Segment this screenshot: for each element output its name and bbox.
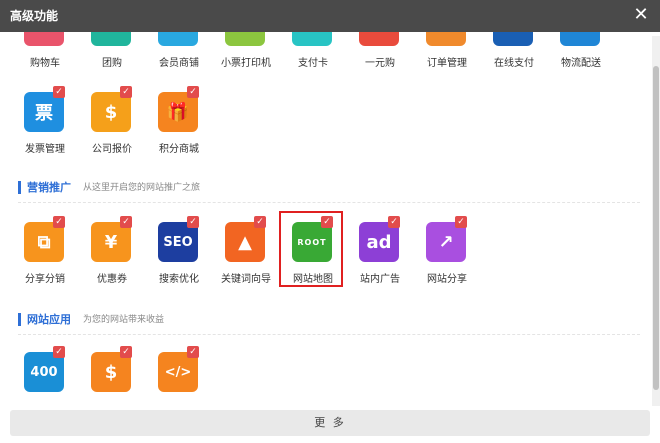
icon-glyph: 🎁 — [166, 101, 190, 123]
section-title-site-apps: 网站应用 — [27, 313, 71, 326]
checked-badge-icon: ✓ — [187, 86, 199, 98]
checked-badge-icon: ✓ — [120, 346, 132, 358]
pay-card-icon — [292, 32, 332, 46]
section-marker — [18, 181, 21, 194]
money-bag-icon: $ — [91, 352, 131, 392]
feature-item[interactable]: 400 ✓ — [10, 346, 80, 408]
feature-item[interactable]: ⧉ ✓ 分享分销 — [10, 216, 80, 302]
feature-item[interactable]: $ ✓ — [77, 346, 147, 408]
logistics-icon — [560, 32, 600, 46]
scrollbar-thumb[interactable] — [653, 66, 659, 390]
group-buy-icon — [91, 32, 131, 46]
feature-item[interactable]: 支付卡 — [278, 32, 348, 86]
feature-item[interactable]: </> ✓ — [144, 346, 214, 408]
icon-glyph: $ — [104, 361, 118, 383]
feature-item[interactable]: SEO ✓ 搜索优化 — [144, 216, 214, 302]
cart-icon — [24, 32, 64, 46]
seo-icon: SEO — [158, 222, 198, 262]
checked-badge-icon: ✓ — [388, 216, 400, 228]
feature-item[interactable]: 票 ✓ 发票管理 — [10, 86, 80, 172]
section-subtitle-marketing: 从这里开启您的网站推广之旅 — [83, 183, 201, 193]
icon-glyph: ¥ — [104, 231, 118, 253]
feature-item[interactable]: ▲ ✓ 关键词向导 — [211, 216, 281, 302]
hotline-400-icon: 400 — [24, 352, 64, 392]
ad-icon: ad — [359, 222, 399, 262]
icon-glyph: $ — [104, 101, 118, 123]
feature-item[interactable]: 物流配送 — [546, 32, 616, 86]
member-shop-icon — [158, 32, 198, 46]
icon-glyph: ▲ — [238, 231, 252, 253]
coupon-icon: ¥ — [91, 222, 131, 262]
section-divider — [18, 202, 640, 203]
section-divider — [18, 334, 640, 335]
feature-label: 物流配送 — [561, 58, 601, 69]
icon-glyph: 400 — [30, 364, 58, 380]
dialog-title: 高级功能 — [10, 9, 59, 23]
quote-sign-icon: $ — [91, 92, 131, 132]
checked-badge-icon: ✓ — [53, 216, 65, 228]
icon-glyph: ⧉ — [37, 231, 51, 253]
feature-item[interactable]: 购物车 — [10, 32, 80, 86]
highlight-box-sitemap — [279, 211, 343, 287]
section-marker — [18, 313, 21, 326]
icon-glyph: SEO — [163, 234, 193, 250]
code-settings-icon: </> — [158, 352, 198, 392]
feature-item[interactable]: $ ✓ 公司报价 — [77, 86, 147, 172]
keyword-guide-icon: ▲ — [225, 222, 265, 262]
feature-item[interactable]: 团购 — [77, 32, 147, 86]
close-icon[interactable]: ✕ — [630, 4, 652, 26]
order-icon — [426, 32, 466, 46]
gift-icon: 🎁 — [158, 92, 198, 132]
icon-glyph: ad — [366, 231, 392, 253]
more-button[interactable]: 更 多 — [10, 410, 650, 436]
online-pay-icon — [493, 32, 533, 46]
site-share-icon: ↗ — [426, 222, 466, 262]
dialog-titlebar: 高级功能 ✕ — [0, 0, 660, 32]
feature-label: 积分商城 — [159, 144, 199, 155]
checked-badge-icon: ✓ — [53, 86, 65, 98]
checked-badge-icon: ✓ — [120, 216, 132, 228]
checked-badge-icon: ✓ — [455, 216, 467, 228]
feature-item[interactable]: 订单管理 — [412, 32, 482, 86]
share-distribute-icon: ⧉ — [24, 222, 64, 262]
receipt-printer-icon — [225, 32, 265, 46]
feature-item[interactable]: ¥ ✓ 优惠券 — [77, 216, 147, 302]
checked-badge-icon: ✓ — [53, 346, 65, 358]
invoice-icon: 票 — [24, 92, 64, 132]
feature-label: 网站分享 — [427, 274, 467, 285]
section-subtitle-site-apps: 为您的网站带来收益 — [83, 315, 165, 325]
feature-item[interactable]: ↗ ✓ 网站分享 — [412, 216, 482, 302]
feature-item[interactable]: 🎁 ✓ 积分商城 — [144, 86, 214, 172]
feature-item[interactable]: 会员商铺 — [144, 32, 214, 86]
feature-item[interactable]: 小票打印机 — [211, 32, 281, 86]
feature-item[interactable]: 在线支付 — [479, 32, 549, 86]
checked-badge-icon: ✓ — [254, 216, 266, 228]
icon-glyph: 票 — [35, 103, 53, 124]
icon-glyph: </> — [164, 364, 192, 380]
icon-glyph: ↗ — [438, 231, 454, 253]
feature-item[interactable]: ad ✓ 站内广告 — [345, 216, 415, 302]
section-title-marketing: 营销推广 — [27, 181, 71, 194]
checked-badge-icon: ✓ — [187, 216, 199, 228]
feature-item[interactable]: 一元购 — [345, 32, 415, 86]
checked-badge-icon: ✓ — [120, 86, 132, 98]
checked-badge-icon: ✓ — [187, 346, 199, 358]
one-yuan-icon — [359, 32, 399, 46]
